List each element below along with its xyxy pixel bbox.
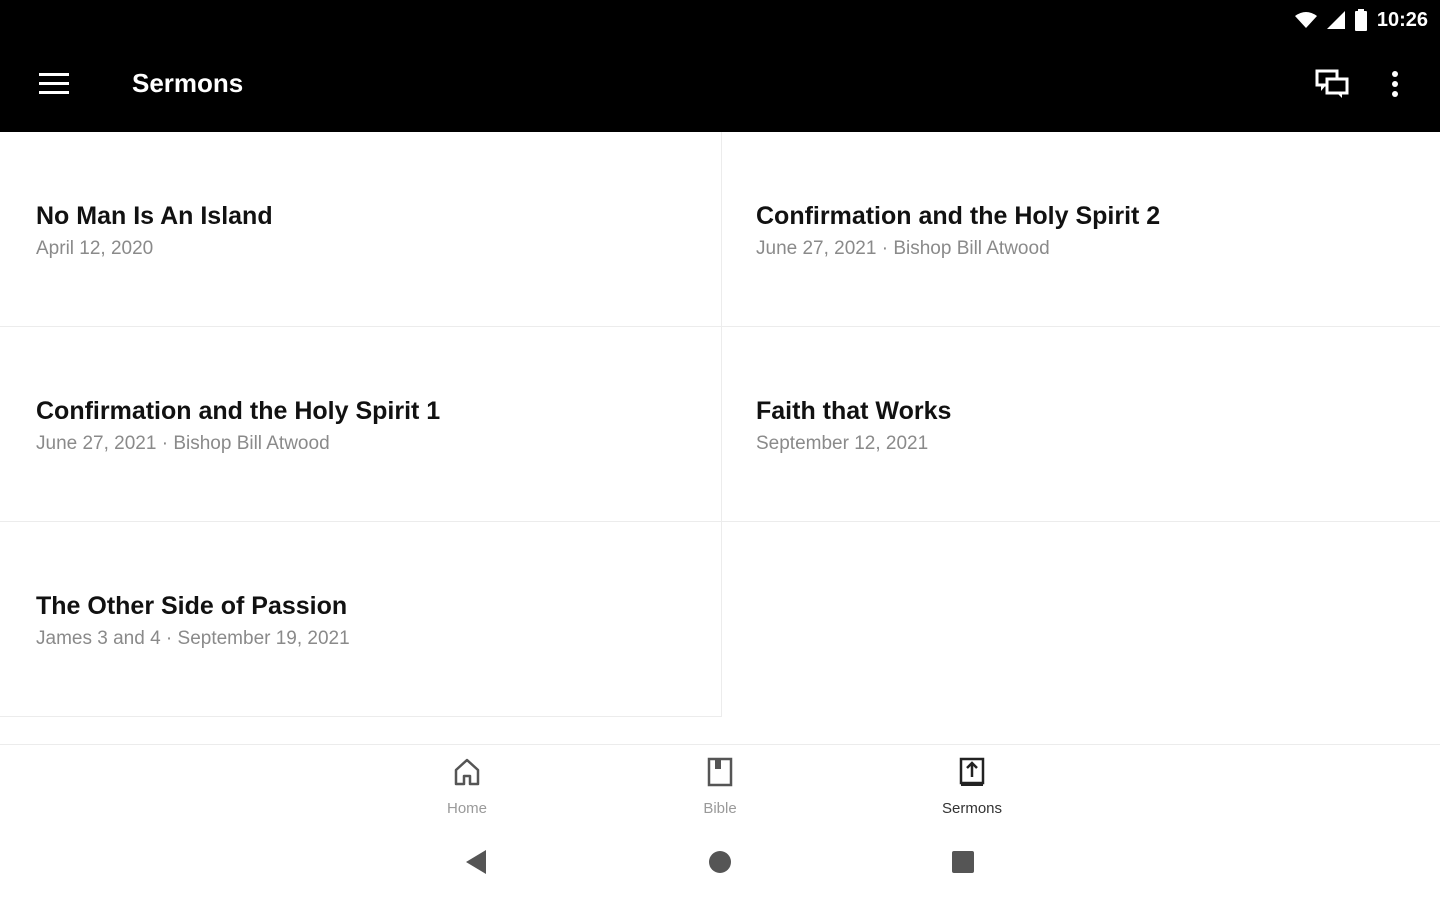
sermon-title: No Man Is An Island	[36, 202, 273, 230]
sermon-title: The Other Side of Passion	[36, 592, 348, 620]
page-title: Sermons	[132, 68, 244, 98]
more-options-button[interactable]	[1375, 64, 1415, 108]
sermon-card[interactable]: The Other Side of Passion James 3 and 4 …	[0, 522, 722, 717]
sermon-title: Confirmation and the Holy Spirit 1	[36, 397, 441, 425]
sermon-title: Confirmation and the Holy Spirit 2	[756, 202, 1161, 230]
book-icon	[706, 757, 734, 792]
home-system-button[interactable]	[700, 848, 740, 880]
home-icon	[453, 757, 481, 792]
app-bar: Sermons	[0, 40, 1440, 132]
sermon-meta: April 12, 2020	[36, 238, 154, 259]
sermon-meta: June 27, 2021 · Bishop Bill Atwood	[756, 238, 1050, 259]
signal-icon	[1326, 11, 1345, 29]
sermon-card[interactable]: No Man Is An Island April 12, 2020	[0, 132, 722, 327]
sermon-card[interactable]: Confirmation and the Holy Spirit 2 June …	[722, 132, 1440, 327]
status-bar: 10:26	[0, 0, 1440, 40]
sermon-card[interactable]: Confirmation and the Holy Spirit 1 June …	[0, 327, 722, 522]
sermon-meta: James 3 and 4 · September 19, 2021	[36, 628, 350, 649]
sermon-book-icon	[958, 757, 986, 792]
sermon-grid: No Man Is An Island April 12, 2020 Confi…	[0, 132, 1440, 718]
nav-bible[interactable]: Bible	[660, 757, 780, 821]
system-nav-bar	[0, 828, 1440, 900]
more-vert-icon	[1391, 70, 1399, 102]
back-button[interactable]	[456, 848, 496, 880]
nav-home[interactable]: Home	[407, 757, 527, 821]
chat-icon	[1315, 69, 1349, 104]
sermon-title: Faith that Works	[756, 397, 952, 425]
nav-label: Sermons	[941, 800, 1003, 817]
sermon-card[interactable]: Faith that Works September 12, 2021	[722, 327, 1440, 522]
home-circle-icon	[708, 850, 732, 879]
back-icon	[464, 849, 488, 880]
nav-label: Home	[446, 800, 487, 817]
chat-button[interactable]	[1310, 64, 1354, 108]
menu-icon	[39, 72, 69, 100]
battery-icon	[1354, 9, 1367, 31]
recents-button[interactable]	[943, 848, 983, 880]
nav-sermons[interactable]: Sermons	[912, 757, 1032, 821]
status-time: 10:26	[1376, 8, 1428, 31]
sermon-meta: September 12, 2021	[756, 433, 929, 454]
nav-label: Bible	[703, 800, 737, 817]
menu-button[interactable]	[34, 66, 74, 106]
bottom-nav: Home Bible Sermons	[0, 744, 1440, 828]
wifi-icon	[1294, 11, 1317, 29]
recents-icon	[951, 850, 975, 879]
sermon-meta: June 27, 2021 · Bishop Bill Atwood	[36, 433, 330, 454]
